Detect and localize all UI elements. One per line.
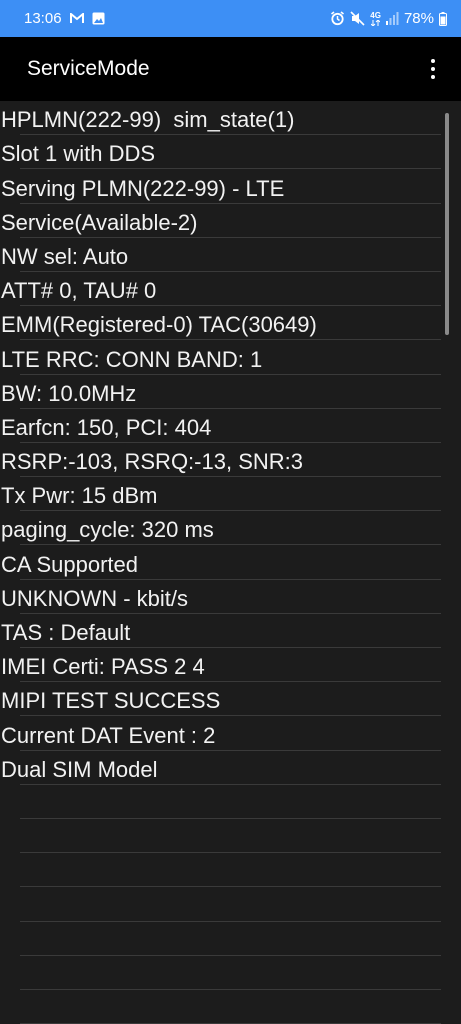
list-item-text: Current DAT Event : 2 bbox=[1, 722, 216, 748]
list-item: Earfcn: 150, PCI: 404 bbox=[0, 409, 461, 444]
list-item-text: RSRP:-103, RSRQ:-13, SNR:3 bbox=[1, 449, 303, 475]
more-options-button[interactable] bbox=[427, 57, 439, 81]
list-item-text: paging_cycle: 320 ms bbox=[1, 517, 214, 543]
list-item: MIPI TEST SUCCESS bbox=[0, 682, 461, 717]
more-vertical-icon-dot bbox=[431, 75, 435, 79]
list-item: Service(Available-2) bbox=[0, 204, 461, 238]
gmail-icon bbox=[69, 13, 84, 24]
list-item bbox=[0, 956, 461, 991]
list-item: Dual SIM Model bbox=[0, 751, 461, 785]
list-item: BW: 10.0MHz bbox=[0, 375, 461, 409]
list-item: Serving PLMN(222-99) - LTE bbox=[0, 169, 461, 204]
scrollbar[interactable] bbox=[445, 113, 449, 335]
status-right: 4G 78% bbox=[330, 10, 447, 27]
status-time: 13:06 bbox=[24, 10, 62, 27]
list-item bbox=[0, 853, 461, 888]
list-item: LTE RRC: CONN BAND: 1 bbox=[0, 340, 461, 375]
list-item: NW sel: Auto bbox=[0, 238, 461, 273]
list-item bbox=[0, 887, 461, 922]
list-item bbox=[0, 819, 461, 854]
list-item-text: Slot 1 with DDS bbox=[1, 141, 156, 167]
list-item: TAS : Default bbox=[0, 614, 461, 649]
list-item-text: Serving PLMN(222-99) - LTE bbox=[1, 175, 285, 201]
list-item-text: Dual SIM Model bbox=[1, 756, 158, 782]
list-item-text: CA Supported bbox=[1, 551, 138, 577]
list-item: CA Supported bbox=[0, 545, 461, 580]
list-item: IMEI Certi: PASS 2 4 bbox=[0, 648, 461, 683]
battery-icon bbox=[439, 11, 447, 26]
battery-level: 78% bbox=[403, 10, 434, 27]
list-item-text: IMEI Certi: PASS 2 4 bbox=[1, 654, 205, 680]
list-item bbox=[0, 922, 461, 956]
status-bar: 13:06 4G 78% bbox=[0, 0, 461, 37]
status-left: 13:06 bbox=[24, 10, 105, 27]
network-type-icon: 4G bbox=[370, 10, 381, 26]
list-item: RSRP:-103, RSRQ:-13, SNR:3 bbox=[0, 443, 461, 478]
mute-icon bbox=[350, 11, 365, 26]
list-item-text: Service(Available-2) bbox=[1, 209, 198, 235]
list-item-text: EMM(Registered-0) TAC(30649) bbox=[1, 312, 317, 338]
signal-icon bbox=[385, 12, 399, 25]
gallery-icon bbox=[92, 12, 105, 25]
list-item: UNKNOWN - kbit/s bbox=[0, 580, 461, 615]
list-item-text: HPLMN(222-99) sim_state(1) bbox=[1, 107, 295, 133]
list-item-text: ATT# 0, TAU# 0 bbox=[1, 278, 157, 304]
list-item-text: BW: 10.0MHz bbox=[1, 380, 137, 406]
more-vertical-icon-dot bbox=[431, 59, 435, 63]
alarm-icon bbox=[330, 11, 345, 26]
service-mode-list[interactable]: HPLMN(222-99) sim_state(1) Slot 1 with DD… bbox=[0, 101, 461, 1024]
list-item: EMM(Registered-0) TAC(30649) bbox=[0, 306, 461, 341]
list-item-text: Tx Pwr: 15 dBm bbox=[1, 483, 158, 509]
list-item-text: MIPI TEST SUCCESS bbox=[1, 688, 221, 714]
more-vertical-icon-dot bbox=[431, 67, 435, 71]
list-item: Slot 1 with DDS bbox=[0, 135, 461, 170]
list-item: paging_cycle: 320 ms bbox=[0, 511, 461, 546]
list-item: HPLMN(222-99) sim_state(1) bbox=[0, 101, 461, 136]
list-item-text: TAS : Default bbox=[1, 620, 131, 645]
list-item-text: Earfcn: 150, PCI: 404 bbox=[1, 414, 212, 440]
network-type: 4G bbox=[370, 10, 381, 20]
list-item: ATT# 0, TAU# 0 bbox=[0, 272, 461, 307]
list-item-text: NW sel: Auto bbox=[1, 243, 129, 269]
list-item bbox=[0, 785, 461, 820]
list-item: Tx Pwr: 15 dBm bbox=[0, 477, 461, 512]
app-bar: ServiceMode bbox=[0, 37, 461, 101]
list-item-text: UNKNOWN - kbit/s bbox=[1, 585, 188, 611]
list-item-text: LTE RRC: CONN BAND: 1 bbox=[1, 346, 263, 372]
page-title: ServiceMode bbox=[27, 57, 150, 80]
info-rows: HPLMN(222-99) sim_state(1) Slot 1 with DD… bbox=[0, 101, 461, 1024]
list-item: Current DAT Event : 2 bbox=[0, 716, 461, 751]
list-item bbox=[0, 990, 461, 1024]
